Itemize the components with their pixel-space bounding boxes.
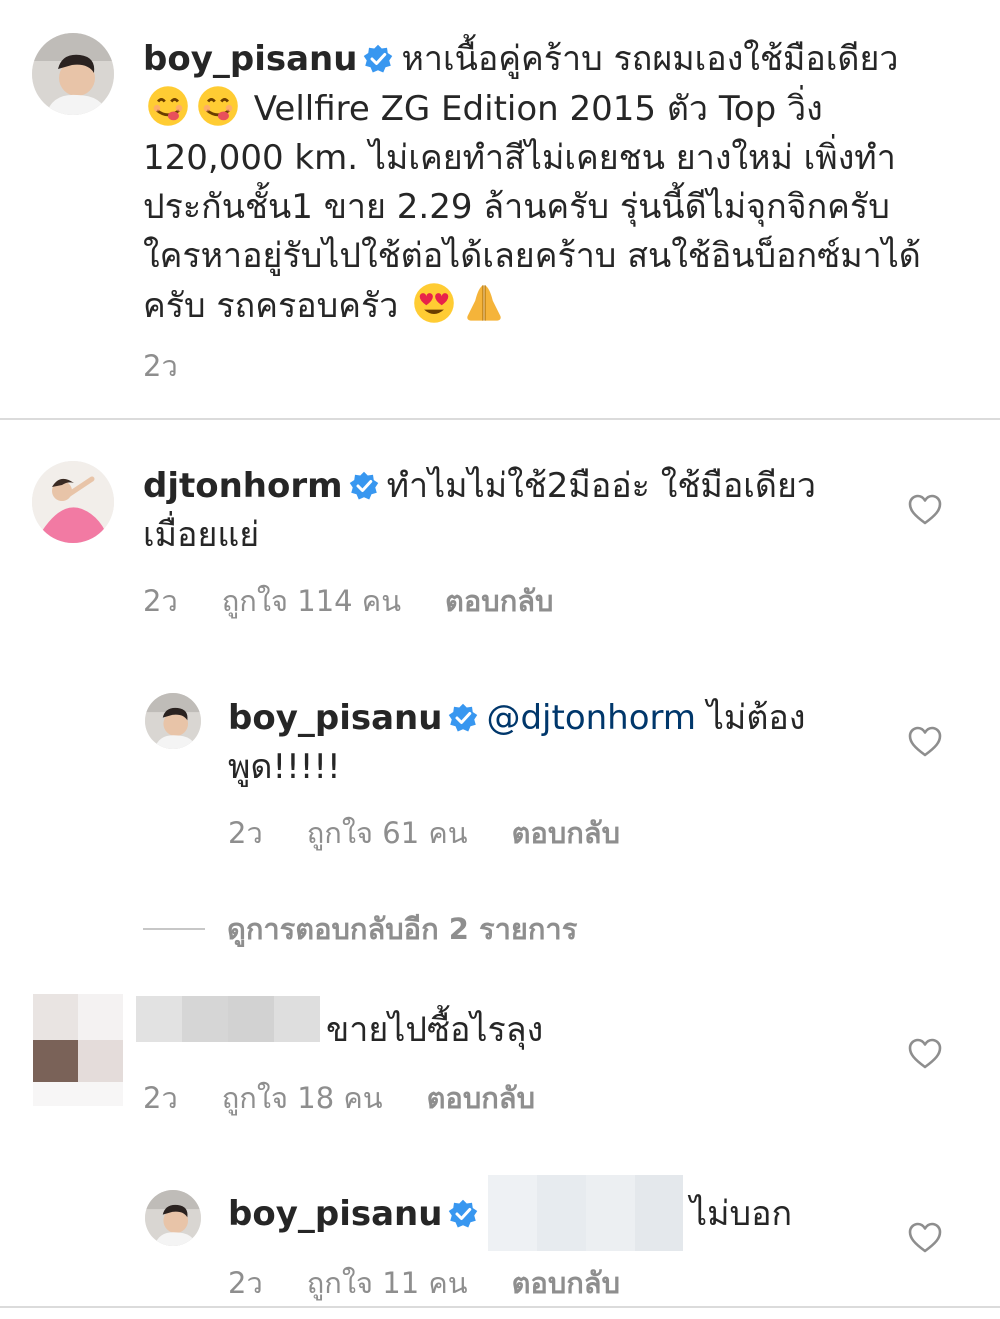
avatar-photo [32,33,114,115]
comment-text-line-1: ทำไมไม่ใช้2มืออ่ะ ใช้มือเดียว [386,466,816,506]
reply-button[interactable]: ตอบกลับ [427,1081,535,1115]
reply-1-body: boy_pisanu @djtonhorm ไม่ต้อง พูด!!!!! [228,694,868,792]
reply-username[interactable]: boy_pisanu [228,1194,442,1234]
comment-username[interactable]: djtonhorm [143,466,343,506]
reply-2-meta: 2ว ถูกใจ 11 คน ตอบกลับ [228,1260,664,1306]
reply-author-avatar[interactable] [145,1190,201,1246]
verified-badge-icon [363,44,393,74]
yum-face-emoji [146,84,190,128]
reply-button[interactable]: ตอบกลับ [445,584,553,618]
caption-line-1: หาเนื้อคู่คร้าบ รถผมเองใช้มือเดียว [401,39,899,79]
caption-line-2: Vellfire ZG Edition 2015 ตัว Top วิ่ง [243,89,823,129]
comment-time: 2ว [143,1081,178,1115]
verified-badge-icon [448,1199,478,1229]
avatar-photo [145,1190,201,1246]
heart-outline-icon[interactable] [908,1222,942,1254]
reply-text-line-2: พูด!!!!! [228,747,341,787]
comment-1-meta: 2ว ถูกใจ 114 คน ตอบกลับ [143,578,597,624]
comment-1-body: djtonhorm ทำไมไม่ใช้2มืออ่ะ ใช้มือเดียว เ… [143,462,883,560]
folded-hands-emoji [462,281,506,325]
post-username[interactable]: boy_pisanu [143,39,357,79]
verified-badge-icon [448,703,478,733]
section-divider [0,418,1000,420]
yum-face-emoji [196,84,240,128]
caption-line-4: ประกันชั้น1 ขาย 2.29 ล้านครับ รุ่นนี้ดีไ… [143,187,890,227]
heart-outline-icon[interactable] [908,1038,942,1070]
caption-line-3: 120,000 km. ไม่เคยทำสีไม่เคยชน ยางใหม่ เ… [143,138,896,178]
comment-likes[interactable]: ถูกใจ 11 คน [307,1266,468,1300]
reply-button[interactable]: ตอบกลับ [512,816,620,850]
caption-line-5: ใครหาอยู่รับไปใช้ต่อได้เลยคร้าบ สนใช้อิน… [143,236,921,276]
comment-time: 2ว [143,584,178,618]
reply-button[interactable]: ตอบกลับ [512,1266,620,1300]
post-time: 2ว [143,349,178,383]
reply-username[interactable]: boy_pisanu [228,698,442,738]
comment-time: 2ว [228,1266,263,1300]
avatar-photo [145,693,201,749]
replies-line [143,928,205,930]
view-replies-label: ดูการตอบกลับอีก 2 รายการ [227,912,578,946]
reply-author-avatar[interactable] [145,693,201,749]
post-author-avatar[interactable] [32,33,114,115]
reply-2-body: boy_pisanu( [228,1190,500,1239]
reply-1-meta: 2ว ถูกใจ 61 คน ตอบกลับ [228,810,664,856]
view-more-replies-button[interactable]: ดูการตอบกลับอีก 2 รายการ [143,906,577,952]
avatar-photo [32,461,114,543]
bottom-divider [0,1306,1000,1308]
comment-likes[interactable]: ถูกใจ 114 คน [222,584,401,618]
comment-text-line-2: เมื่อยแย่ [143,515,260,555]
heart-eyes-emoji [412,281,456,325]
reply-2-text: ไม่บอก [690,1194,793,1234]
blurred-username [136,996,320,1042]
comment-time: 2ว [228,816,263,850]
comment-likes[interactable]: ถูกใจ 18 คน [222,1081,383,1115]
verified-badge-icon [349,471,379,501]
blurred-avatar[interactable] [33,994,123,1106]
comment-3-meta: 2ว ถูกใจ 18 คน ตอบกลับ [143,1075,579,1121]
comment-likes[interactable]: ถูกใจ 61 คน [307,816,468,850]
caption-line-6: ครับ รถครอบครัว [143,286,410,326]
post-caption: boy_pisanu หาเนื้อคู่คร้าบ รถผมเองใช้มือเ… [143,35,973,331]
mention-link[interactable]: @djtonhorm [486,698,696,738]
heart-outline-icon[interactable] [908,726,942,758]
post-timestamp: 2ว [143,343,222,389]
reply-text-line-1: ไม่ต้อง [696,698,806,738]
commenter-avatar[interactable] [32,461,114,543]
comment-3-text: ขายไปซื้อไรลุง [326,1010,544,1050]
heart-outline-icon[interactable] [908,494,942,526]
blurred-mention [488,1175,683,1251]
